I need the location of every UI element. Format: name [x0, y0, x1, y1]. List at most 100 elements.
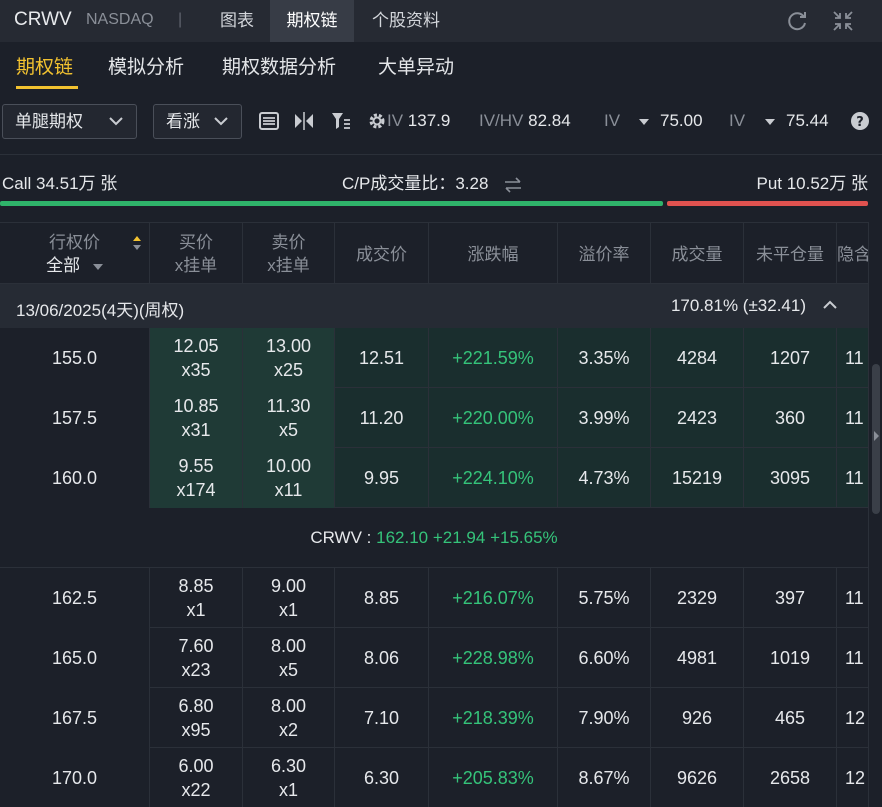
ask-cell-ask-size: x2 — [278, 720, 298, 740]
option-row[interactable]: 162.5 8.85 x1 9.00 x1 8.85 +216.07% 5.75% 2329 39… — [0, 568, 868, 628]
option-row[interactable]: 165.0 7.60 x23 8.00 x5 8.06 +228.98% 6.60% 4981 1… — [0, 628, 868, 688]
option-type-select[interactable]: 单腿期权 — [2, 104, 137, 139]
strike-cell: 170.0 — [0, 748, 150, 807]
bid-cell-bid: 6.80 — [178, 696, 214, 716]
option-row[interactable]: 167.5 6.80 x95 8.00 x2 7.10 +218.39% 7.90% 926 46… — [0, 688, 868, 748]
last-price-cell: 11.20 — [335, 388, 429, 448]
call-volume: Call 34.51万 张 — [2, 174, 118, 193]
tab-stock-profile[interactable]: 个股资料 — [354, 0, 458, 42]
premium-cell-premium: 8.67% — [578, 768, 630, 788]
premium-cell: 3.35% — [558, 328, 651, 388]
ticker-symbol: CRWV — [14, 9, 72, 30]
split-view-icon[interactable] — [293, 110, 315, 132]
volume-cell-volume: 4981 — [676, 648, 718, 668]
active-tab-indicator — [16, 86, 78, 89]
direction-select[interactable]: 看涨 — [153, 104, 242, 139]
change-cell: +216.07% — [429, 568, 558, 628]
change-cell: +220.00% — [429, 388, 558, 448]
option-row[interactable]: 157.5 10.85 x31 11.30 x5 11.20 +220.00% 3.99% 24… — [0, 388, 868, 448]
open-interest-cell: 1207 — [744, 328, 837, 388]
open-interest-cell: 360 — [744, 388, 837, 448]
last-price-cell: 6.30 — [335, 748, 429, 807]
header-premium[interactable]: 溢价率 — [558, 223, 651, 285]
open-interest-cell: 3095 — [744, 448, 837, 508]
top-bar: CRWV NASDAQ | 图表 期权链 个股资料 — [0, 0, 882, 42]
gear-icon[interactable] — [366, 110, 388, 132]
ivhv-value: 82.84 — [528, 111, 571, 130]
implied-vol-cell-iv: 12 — [845, 768, 866, 788]
iv-value: 137.9 — [407, 111, 451, 130]
strike-cell-strike: 160.0 — [51, 468, 98, 488]
header-ask[interactable]: 卖价 x挂单 — [243, 223, 335, 285]
open-interest-cell-oi: 1019 — [769, 648, 811, 668]
swap-icon[interactable] — [503, 176, 523, 193]
chevron-right-icon[interactable] — [872, 430, 880, 442]
tab-chart[interactable]: 图表 — [204, 0, 270, 42]
implied-vol-cell: 11 — [837, 328, 868, 388]
volume-cell: 926 — [651, 688, 744, 748]
strike-cell: 157.5 — [0, 388, 150, 448]
header-bid[interactable]: 买价 x挂单 — [150, 223, 243, 285]
subtab-simulation[interactable]: 模拟分析 — [108, 52, 184, 79]
option-row[interactable]: 160.0 9.55 x174 10.00 x11 9.95 +224.10% 4.73% 15… — [0, 448, 868, 508]
subtab-large-orders[interactable]: 大单异动 — [378, 52, 454, 79]
premium-cell: 7.90% — [558, 688, 651, 748]
refresh-icon[interactable] — [784, 8, 810, 34]
header-volume[interactable]: 成交量 — [651, 223, 744, 285]
ask-cell: 10.00 x11 — [243, 448, 335, 508]
ask-cell-ask: 9.00 — [270, 576, 307, 596]
header-strike[interactable]: 行权价 全部 — [0, 223, 150, 285]
bid-cell-bid: 8.85 — [178, 576, 214, 596]
ask-cell: 8.00 x5 — [243, 628, 335, 688]
ask-cell-ask: 6.30 — [270, 756, 307, 776]
bid-cell: 6.00 x22 — [150, 748, 243, 807]
option-row[interactable]: 170.0 6.00 x22 6.30 x1 6.30 +205.83% 8.67% 9626 2… — [0, 748, 868, 807]
bid-cell-bid-size: x35 — [181, 360, 211, 380]
caret-down-icon[interactable] — [638, 117, 650, 127]
premium-cell-premium: 6.60% — [578, 648, 630, 668]
subtab-option-chain[interactable]: 期权链 — [16, 52, 73, 79]
option-row[interactable]: 155.0 12.05 x35 13.00 x25 12.51 +221.59% 3.35% 4… — [0, 328, 868, 388]
help-icon[interactable]: ? — [850, 111, 870, 131]
option-type-value: 单腿期权 — [15, 112, 83, 131]
implied-vol-cell-iv: 11 — [845, 648, 864, 668]
ask-cell: 8.00 x2 — [243, 688, 335, 748]
collapse-icon[interactable] — [830, 8, 856, 34]
bid-cell: 6.80 x95 — [150, 688, 243, 748]
strike-cell-strike: 157.5 — [51, 408, 98, 428]
header-last[interactable]: 成交价 — [335, 223, 429, 285]
iv-rank-metric: 75.44 — [786, 111, 840, 131]
expiry-group-header[interactable]: 13/06/2025(4天)(周权) 170.81% (±32.41) — [0, 284, 868, 328]
ask-cell: 11.30 x5 — [243, 388, 335, 448]
volume-cell: 4981 — [651, 628, 744, 688]
cp-ratio-text: C/P成交量比：3.28 — [342, 174, 489, 193]
iv-metric: IV 137.9 — [387, 111, 463, 131]
ask-cell-ask-size: x11 — [274, 480, 303, 500]
header-implied-vol[interactable]: 隐含 — [837, 223, 868, 285]
chevron-up-icon[interactable] — [822, 299, 838, 311]
premium-cell-premium: 3.99% — [578, 408, 630, 428]
sort-icon[interactable] — [131, 234, 143, 252]
last-price-cell-last: 11.20 — [359, 408, 404, 428]
list-icon[interactable] — [258, 110, 280, 132]
last-price-cell-last: 8.85 — [363, 588, 400, 608]
bid-cell-bid-size: x23 — [181, 660, 211, 680]
bid-cell: 9.55 x174 — [150, 448, 243, 508]
iv-percentile-label: IV — [604, 111, 621, 130]
caret-down-icon[interactable] — [764, 117, 776, 127]
subtab-option-data[interactable]: 期权数据分析 — [222, 52, 336, 79]
filter-icon[interactable] — [330, 110, 352, 132]
ask-cell-ask-size: x1 — [278, 600, 298, 620]
strike-filter[interactable]: 全部 — [0, 254, 149, 277]
premium-cell-premium: 4.73% — [578, 468, 630, 488]
premium-cell: 3.99% — [558, 388, 651, 448]
volume-cell: 15219 — [651, 448, 744, 508]
scrollbar[interactable] — [868, 222, 882, 807]
header-change[interactable]: 涨跌幅 — [429, 223, 558, 285]
volume-cell: 9626 — [651, 748, 744, 807]
tab-option-chain[interactable]: 期权链 — [270, 0, 354, 42]
header-open-interest[interactable]: 未平仓量 — [744, 223, 837, 285]
change-cell-change: +216.07% — [452, 588, 534, 608]
put-volume: Put 10.52万 张 — [756, 174, 868, 193]
bid-cell-bid: 7.60 — [178, 636, 214, 656]
